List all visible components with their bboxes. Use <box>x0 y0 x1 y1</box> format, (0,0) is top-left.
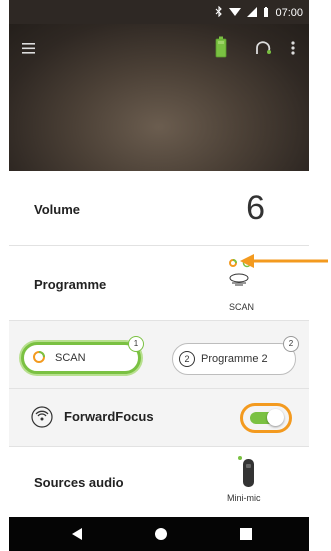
recent-apps-icon[interactable] <box>240 528 252 540</box>
volume-label: Volume <box>34 202 80 217</box>
app-bar <box>9 30 309 70</box>
programme-pill-label: Programme 2 <box>201 353 268 365</box>
hearing-aid-battery-icon[interactable] <box>215 36 227 63</box>
bluetooth-icon <box>215 5 223 20</box>
forward-focus-row: ForwardFocus <box>9 388 309 447</box>
volume-value: 6 <box>246 189 265 227</box>
programme-pill-scan[interactable]: SCAN 1 <box>21 336 144 374</box>
status-bar: 07:00 <box>9 0 309 24</box>
audio-source-device: Mini-mic <box>227 493 261 503</box>
signal-icon <box>247 6 258 20</box>
forward-focus-label: ForwardFocus <box>64 409 154 424</box>
programme-number-circle: 2 <box>179 351 195 367</box>
programme-number-badge: 2 <box>283 336 299 352</box>
callout-arrow-icon <box>238 253 328 274</box>
audio-sources-label: Sources audio <box>34 475 124 490</box>
more-options-icon[interactable] <box>291 40 295 61</box>
programme-pill-label: SCAN <box>55 352 86 364</box>
programme-label: Programme <box>34 277 107 292</box>
battery-icon <box>263 6 269 20</box>
audio-sources-row[interactable]: Sources audio Mini-mic <box>9 446 309 518</box>
mini-mic-icon <box>237 455 257 496</box>
programme-number-badge: 1 <box>128 336 144 352</box>
programme-selector: SCAN 1 2 Programme 2 2 <box>9 320 309 389</box>
status-time: 07:00 <box>275 7 303 19</box>
navigation-bar <box>9 517 309 551</box>
forward-focus-icon <box>31 406 53 433</box>
phone-screen: 07:00 Volume 6 Programme SCAN SCAN 1 2 P… <box>9 0 309 551</box>
volume-row[interactable]: Volume 6 <box>9 171 309 245</box>
wifi-icon <box>229 7 242 20</box>
toggle-thumb[interactable] <box>267 409 284 426</box>
back-icon[interactable] <box>71 527 83 546</box>
menu-icon[interactable] <box>21 42 39 56</box>
scan-icon <box>32 350 46 367</box>
ear-icon[interactable] <box>255 40 273 61</box>
home-icon[interactable] <box>155 528 167 540</box>
programme-current: SCAN <box>229 302 255 312</box>
programme-pill-2[interactable]: 2 Programme 2 2 <box>172 336 299 375</box>
